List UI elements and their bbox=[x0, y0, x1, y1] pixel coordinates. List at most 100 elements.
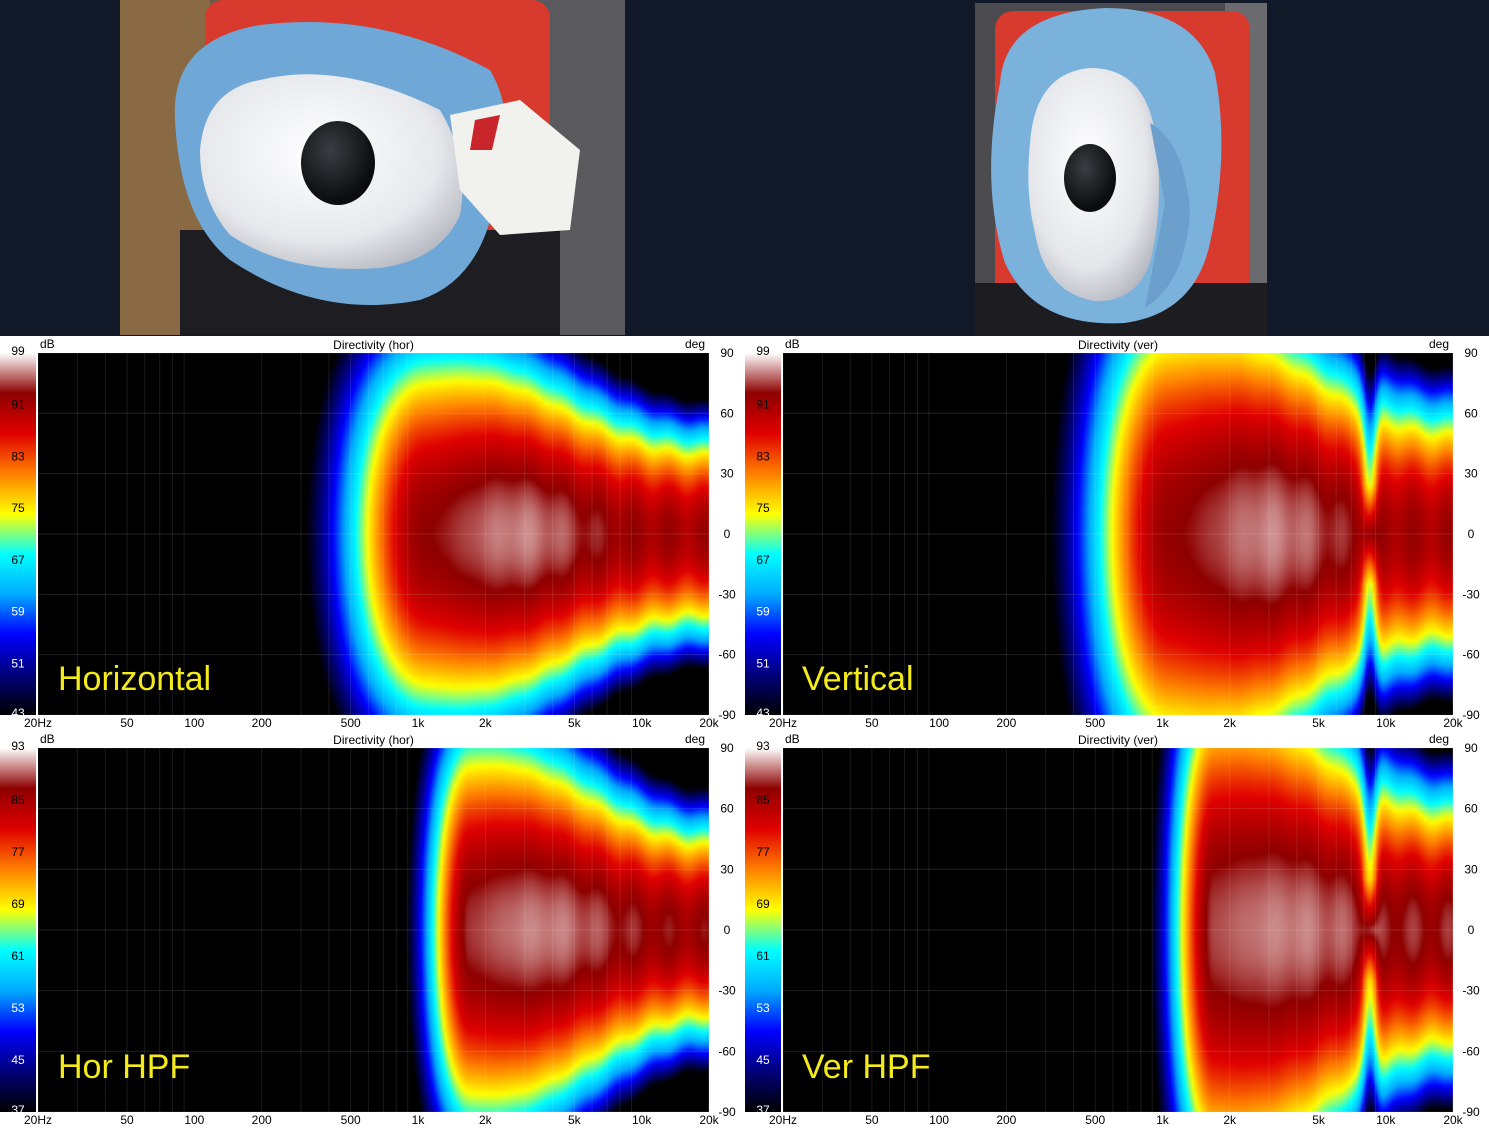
color-scale-tick-label: 75 bbox=[756, 501, 770, 515]
y-tick-label: -90 bbox=[1462, 708, 1480, 722]
y-tick-label: -30 bbox=[1462, 587, 1480, 601]
x-tick-label: 1k bbox=[1156, 716, 1170, 730]
x-tick-label: 20Hz bbox=[769, 1113, 797, 1127]
color-scale-tick-label: 53 bbox=[11, 1001, 25, 1015]
color-scale-tick-label: 91 bbox=[11, 398, 25, 412]
color-scale-tick-label: 77 bbox=[756, 845, 770, 859]
x-tick-label: 20Hz bbox=[24, 716, 52, 730]
x-tick-label: 500 bbox=[1085, 1113, 1105, 1127]
chart-title: Directivity (ver) bbox=[1078, 338, 1158, 352]
x-tick-label: 100 bbox=[184, 716, 204, 730]
color-scale-tick-label: 37 bbox=[11, 1103, 25, 1117]
x-tick-label: 200 bbox=[252, 1113, 272, 1127]
color-scale-tick-label: 77 bbox=[11, 845, 25, 859]
x-tick-label: 200 bbox=[252, 716, 272, 730]
y-tick-label: 0 bbox=[1468, 527, 1475, 541]
chart-title: Directivity (hor) bbox=[333, 338, 414, 352]
speaker-photo-vertical bbox=[975, 3, 1267, 340]
color-scale-tick-label: 93 bbox=[756, 739, 770, 753]
color-scale-tick-label: 59 bbox=[756, 605, 770, 619]
color-scale-tick-label: 45 bbox=[756, 1053, 770, 1067]
color-scale-tick-label: 69 bbox=[11, 897, 25, 911]
y-tick-label: 60 bbox=[720, 802, 734, 816]
y-tick-label: 90 bbox=[720, 346, 734, 360]
y-tick-label: 60 bbox=[1464, 802, 1478, 816]
unit-right-label: deg bbox=[1429, 337, 1449, 351]
unit-left-label: dB bbox=[785, 732, 800, 746]
unit-right-label: deg bbox=[685, 732, 705, 746]
color-scale-tick-label: 61 bbox=[11, 949, 25, 963]
unit-left-label: dB bbox=[785, 337, 800, 351]
y-tick-label: -30 bbox=[1462, 984, 1480, 998]
color-scale-tick-label: 91 bbox=[756, 398, 770, 412]
unit-left-label: dB bbox=[40, 337, 55, 351]
chart-title: Directivity (ver) bbox=[1078, 733, 1158, 747]
color-scale-tick-label: 99 bbox=[11, 344, 25, 358]
x-tick-label: 20k bbox=[1443, 716, 1463, 730]
x-tick-label: 10k bbox=[1376, 716, 1396, 730]
color-scale-tick-label: 85 bbox=[756, 793, 770, 807]
y-tick-label: 90 bbox=[1464, 741, 1478, 755]
color-scale-tick-label: 99 bbox=[756, 344, 770, 358]
color-scale-tick-label: 59 bbox=[11, 605, 25, 619]
color-scale-tick-label: 53 bbox=[756, 1001, 770, 1015]
color-scale-tick-label: 45 bbox=[11, 1053, 25, 1067]
y-tick-label: 90 bbox=[720, 741, 734, 755]
y-tick-label: 60 bbox=[720, 406, 734, 420]
x-tick-label: 1k bbox=[1156, 1113, 1170, 1127]
x-tick-label: 1k bbox=[412, 1113, 426, 1127]
y-tick-label: -90 bbox=[718, 1105, 736, 1119]
chart-title: Directivity (hor) bbox=[333, 733, 414, 747]
color-scale-tick-label: 43 bbox=[756, 706, 770, 720]
y-tick-label: 30 bbox=[720, 467, 734, 481]
color-scale-tick-label: 85 bbox=[11, 793, 25, 807]
y-tick-label: -60 bbox=[1462, 648, 1480, 662]
y-tick-label: 0 bbox=[724, 527, 731, 541]
color-scale-tick-label: 83 bbox=[756, 449, 770, 463]
x-tick-label: 10k bbox=[632, 716, 652, 730]
y-tick-label: -60 bbox=[718, 1044, 736, 1058]
color-scale-tick-label: 69 bbox=[756, 897, 770, 911]
x-tick-label: 5k bbox=[568, 1113, 582, 1127]
x-tick-label: 50 bbox=[865, 1113, 879, 1127]
color-scale-tick-label: 51 bbox=[11, 656, 25, 670]
x-tick-label: 50 bbox=[120, 1113, 134, 1127]
speaker-photo-horizontal bbox=[120, 0, 625, 335]
y-tick-label: 0 bbox=[724, 923, 731, 937]
y-tick-label: 30 bbox=[1464, 467, 1478, 481]
x-tick-label: 1k bbox=[412, 716, 426, 730]
y-tick-label: -30 bbox=[718, 587, 736, 601]
x-tick-label: 500 bbox=[341, 1113, 361, 1127]
color-scale-tick-label: 75 bbox=[11, 501, 25, 515]
label-hor-hpf: Hor HPF bbox=[58, 1048, 191, 1086]
color-scale-tick-label: 83 bbox=[11, 449, 25, 463]
x-tick-label: 200 bbox=[996, 716, 1016, 730]
x-tick-label: 20k bbox=[699, 1113, 719, 1127]
x-tick-label: 20Hz bbox=[769, 716, 797, 730]
x-tick-label: 2k bbox=[479, 716, 493, 730]
x-tick-label: 50 bbox=[865, 716, 879, 730]
y-tick-label: 90 bbox=[1464, 346, 1478, 360]
x-tick-label: 2k bbox=[479, 1113, 493, 1127]
color-scale-tick-label: 43 bbox=[11, 706, 25, 720]
y-tick-label: -60 bbox=[1462, 1044, 1480, 1058]
x-tick-label: 50 bbox=[120, 716, 134, 730]
x-tick-label: 500 bbox=[1085, 716, 1105, 730]
unit-right-label: deg bbox=[1429, 732, 1449, 746]
x-tick-label: 20Hz bbox=[24, 1113, 52, 1127]
x-tick-label: 5k bbox=[568, 716, 582, 730]
x-tick-label: 100 bbox=[184, 1113, 204, 1127]
unit-right-label: deg bbox=[685, 337, 705, 351]
color-scale-tick-label: 37 bbox=[756, 1103, 770, 1117]
x-tick-label: 20k bbox=[699, 716, 719, 730]
x-tick-label: 2k bbox=[1223, 1113, 1237, 1127]
color-scale-tick-label: 51 bbox=[756, 656, 770, 670]
y-tick-label: -60 bbox=[718, 648, 736, 662]
x-tick-label: 5k bbox=[1312, 1113, 1326, 1127]
x-tick-label: 10k bbox=[1376, 1113, 1396, 1127]
x-tick-label: 2k bbox=[1223, 716, 1237, 730]
y-tick-label: 0 bbox=[1468, 923, 1475, 937]
label-ver-hpf: Ver HPF bbox=[802, 1048, 931, 1086]
y-tick-label: -90 bbox=[1462, 1105, 1480, 1119]
y-tick-label: -90 bbox=[718, 708, 736, 722]
